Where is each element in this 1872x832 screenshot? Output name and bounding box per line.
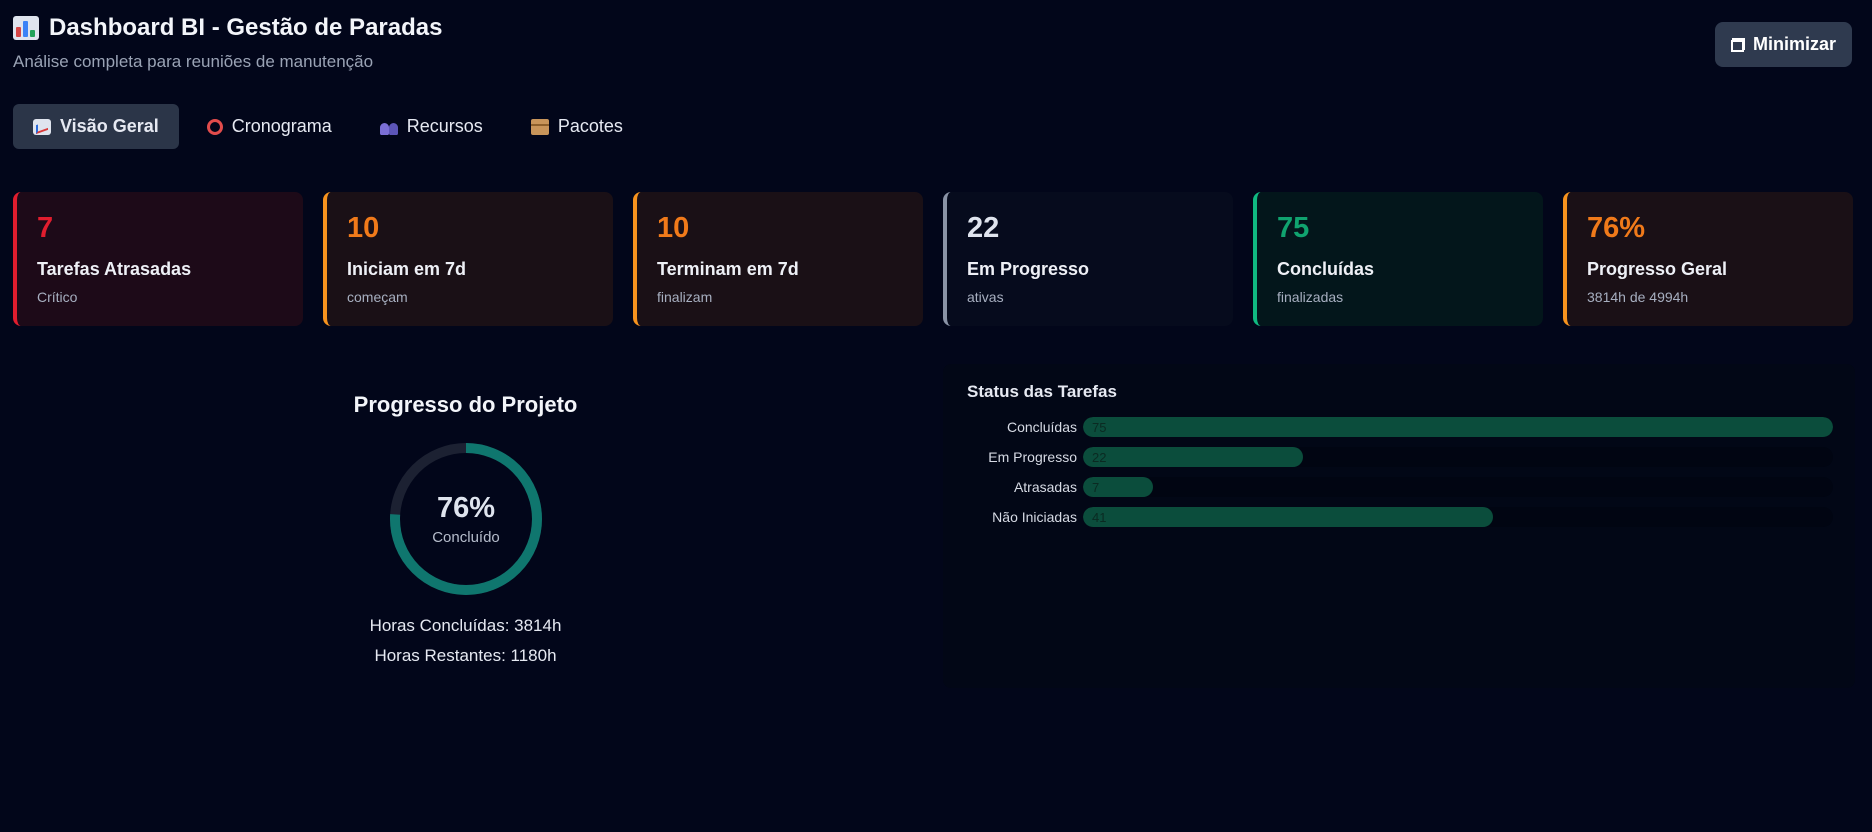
kpi-label: Concluídas	[1277, 259, 1375, 279]
kpi-label: Progresso Geral	[1587, 259, 1728, 279]
kpi-sublabel: começam	[347, 289, 408, 305]
status-bar-label: Concluídas	[1006, 419, 1077, 435]
status-bar-value: 41	[1092, 509, 1107, 525]
status-bar-track: 22	[1083, 447, 1833, 467]
chart-increasing-icon	[33, 118, 51, 135]
kpi-sublabel: finalizadas	[1277, 289, 1344, 305]
status-bar-label: Não Iniciadas	[992, 509, 1077, 525]
kpi-sublabel: Crítico	[37, 289, 78, 305]
task-status-title: Status das Tarefas	[967, 382, 1117, 401]
minimize-button-label: Minimizar	[1752, 34, 1836, 54]
page-title: Dashboard BI - Gestão de Paradas	[49, 14, 443, 41]
status-bar-label: Em Progresso	[988, 449, 1077, 465]
status-bar-track: 75	[1083, 417, 1833, 437]
status-bar-track: 41	[1083, 507, 1833, 527]
kpi-value: 10	[347, 212, 380, 244]
kpi-card-terminam[interactable]: 10 Terminam em 7d finalizam	[633, 192, 923, 326]
page-subtitle: Análise completa para reuniões de manute…	[13, 52, 374, 71]
tab-label: Visão Geral	[60, 116, 159, 136]
kpi-sublabel: finalizam	[657, 289, 713, 305]
tab-bar: Visão Geral Cronograma Recursos Pacotes	[13, 104, 643, 149]
tab-label: Cronograma	[231, 116, 332, 136]
kpi-card-progresso-geral[interactable]: 76% Progresso Geral 3814h de 4994h	[1563, 192, 1853, 326]
kpi-card-em-progresso[interactable]: 22 Em Progresso ativas	[943, 192, 1233, 326]
kpi-value: 22	[967, 212, 1000, 244]
hours-completed: Horas Concluídas: 3814h	[369, 616, 562, 635]
hours-remaining: Horas Restantes: 1180h	[374, 646, 557, 665]
kpi-cards: 7 Tarefas Atrasadas Crítico 10 Iniciam e…	[13, 192, 1853, 326]
kpi-card-concluidas[interactable]: 75 Concluídas finalizadas	[1253, 192, 1543, 326]
tab-label: Recursos	[406, 116, 483, 136]
status-bar-value: 7	[1092, 479, 1100, 495]
status-bar-row: Atrasadas 7	[943, 477, 1855, 499]
kpi-label: Terminam em 7d	[657, 259, 799, 279]
header: Dashboard BI - Gestão de Paradas Análise…	[13, 14, 442, 72]
task-status-panel: Status das Tarefas Concluídas 75 Em Prog…	[943, 364, 1855, 688]
alarm-clock-icon	[206, 118, 223, 135]
kpi-label: Tarefas Atrasadas	[37, 259, 192, 279]
status-bar-row: Concluídas 75	[943, 417, 1855, 439]
package-icon	[530, 118, 549, 135]
kpi-sublabel: 3814h de 4994h	[1587, 289, 1689, 305]
status-bar-track: 7	[1083, 477, 1833, 497]
status-bar-row: Em Progresso 22	[943, 447, 1855, 469]
progress-caption: Concluído	[432, 529, 500, 546]
kpi-card-atrasadas[interactable]: 7 Tarefas Atrasadas Crítico	[13, 192, 303, 326]
tab-visao-geral[interactable]: Visão Geral	[13, 104, 179, 149]
tab-label: Pacotes	[557, 116, 623, 136]
tab-cronograma[interactable]: Cronograma	[187, 104, 352, 149]
status-bar-fill[interactable]: 7	[1083, 477, 1153, 497]
page-title-row: Dashboard BI - Gestão de Paradas	[13, 14, 442, 42]
kpi-value: 7	[37, 212, 54, 244]
kpi-card-iniciam[interactable]: 10 Iniciam em 7d começam	[323, 192, 613, 326]
status-bar-fill[interactable]: 41	[1083, 507, 1493, 527]
status-bar-label: Atrasadas	[1013, 479, 1077, 495]
status-bar-value: 22	[1092, 449, 1107, 465]
progress-percent: 76%	[436, 492, 496, 524]
project-progress-title: Progresso do Projeto	[353, 392, 578, 417]
minimize-button[interactable]: Minimizar	[1714, 22, 1852, 67]
status-bar-value: 75	[1092, 419, 1107, 435]
status-bar-fill[interactable]: 75	[1083, 417, 1833, 437]
restore-window-icon	[1730, 37, 1745, 52]
kpi-label: Iniciam em 7d	[347, 259, 467, 279]
bar-chart-icon	[13, 16, 39, 40]
tab-pacotes[interactable]: Pacotes	[511, 104, 643, 149]
people-icon	[379, 119, 398, 135]
kpi-value: 10	[657, 212, 690, 244]
kpi-label: Em Progresso	[967, 259, 1090, 279]
kpi-value: 75	[1277, 212, 1310, 244]
project-progress-panel: Progresso do Projeto 76% Concluído Horas…	[13, 364, 918, 688]
status-bar-fill[interactable]: 22	[1083, 447, 1303, 467]
tab-recursos[interactable]: Recursos	[360, 104, 503, 149]
status-bar-row: Não Iniciadas 41	[943, 507, 1855, 529]
kpi-value: 76%	[1587, 212, 1646, 244]
kpi-sublabel: ativas	[967, 289, 1004, 305]
